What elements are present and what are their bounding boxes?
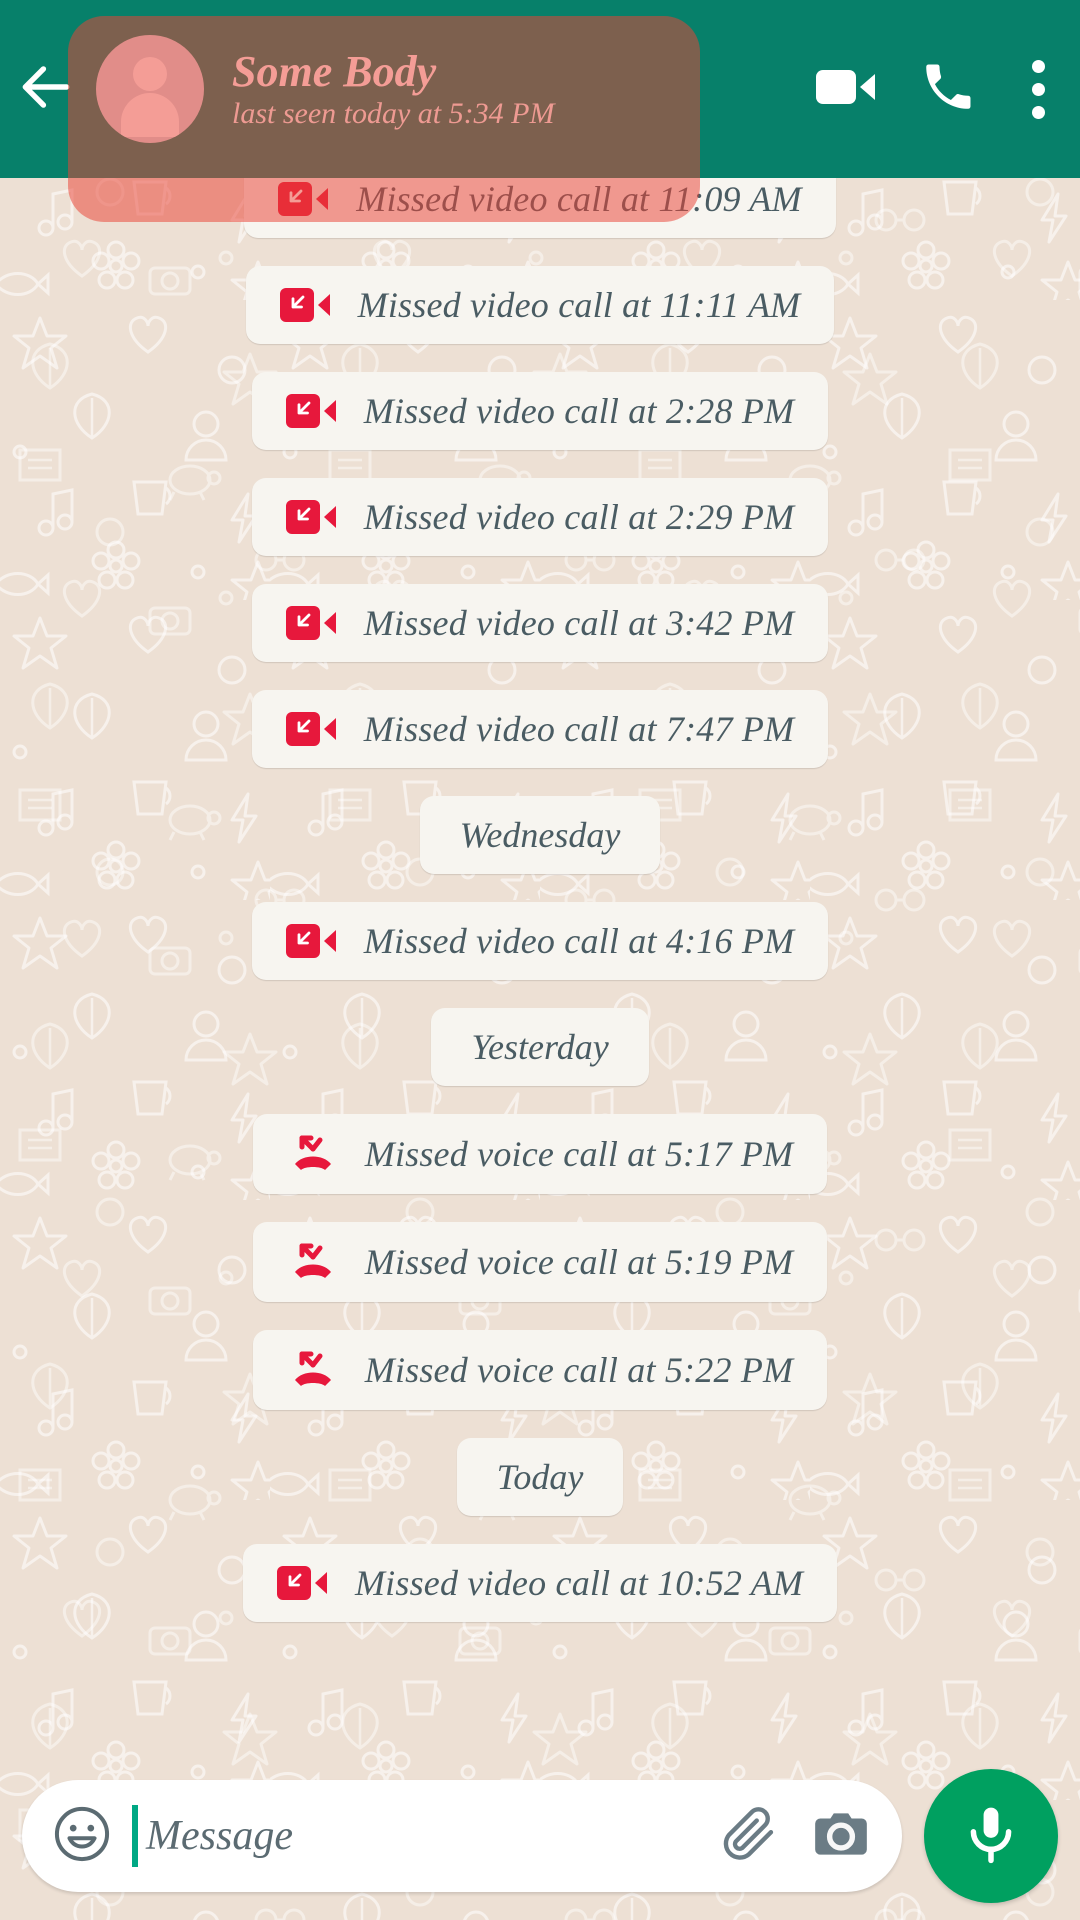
date-separator-label: Yesterday: [471, 1027, 609, 1067]
missed-video-call-icon: [285, 500, 336, 534]
message-input-field[interactable]: Message: [132, 1805, 718, 1867]
missed-video-call-icon: [285, 712, 336, 746]
message-row: Missed video call at 2:28 PM: [0, 358, 1080, 464]
avatar-head-shape: [133, 57, 167, 91]
missed-call-label: Missed video call at 10:52 AM: [354, 1563, 804, 1603]
missed-call-label: Missed video call at 11:11 AM: [357, 285, 801, 325]
date-separator: Yesterday: [431, 1008, 649, 1086]
missed-call-message-bubble[interactable]: Missed video call at 10:52 AM: [242, 1544, 838, 1622]
camera-button[interactable]: [810, 1803, 872, 1870]
avatar[interactable]: [96, 35, 204, 143]
date-separator: Today: [456, 1438, 624, 1516]
voice-call-button[interactable]: [900, 0, 996, 178]
missed-call-label: Missed voice call at 5:19 PM: [364, 1242, 794, 1282]
missed-call-message-bubble[interactable]: Missed voice call at 5:22 PM: [252, 1330, 828, 1410]
missed-video-call-icon: [285, 921, 338, 961]
more-vertical-icon: [1031, 55, 1045, 124]
missed-video-call-icon: [285, 603, 338, 643]
emoji-button[interactable]: [50, 1802, 114, 1871]
missed-call-message-bubble[interactable]: Missed video call at 11:11 AM: [245, 266, 835, 344]
avatar-body-shape: [121, 93, 179, 137]
missed-call-label: Missed video call at 2:28 PM: [363, 391, 795, 431]
missed-video-call-icon: [278, 182, 329, 216]
attach-button[interactable]: [718, 1803, 780, 1870]
message-row: Missed video call at 10:52 AM: [0, 1530, 1080, 1636]
date-separator-label: Today: [496, 1457, 584, 1497]
missed-voice-call-icon: [287, 1240, 339, 1284]
chat-message-list[interactable]: Missed video call at 11:09 AM Missed vid…: [0, 178, 1080, 1752]
missed-voice-call-icon: [287, 1132, 339, 1176]
message-placeholder: Message: [146, 1813, 293, 1859]
date-separator-row: Yesterday: [0, 994, 1080, 1100]
date-separator-row: Today: [0, 1424, 1080, 1530]
date-separator: Wednesday: [419, 796, 661, 874]
missed-video-call-icon: [285, 709, 338, 749]
text-caret: [132, 1805, 138, 1867]
voice-record-button[interactable]: [924, 1769, 1058, 1903]
missed-call-message-bubble[interactable]: Missed video call at 11:09 AM: [244, 178, 836, 238]
composer[interactable]: Message: [22, 1780, 902, 1892]
missed-call-message-bubble[interactable]: Missed video call at 3:42 PM: [251, 584, 829, 662]
missed-call-message-bubble[interactable]: Missed video call at 7:47 PM: [251, 690, 829, 768]
missed-video-call-icon: [279, 288, 330, 322]
video-call-button[interactable]: [798, 0, 894, 178]
contact-info[interactable]: Some Body last seen today at 5:34 PM: [204, 48, 798, 131]
camera-icon: [810, 1803, 872, 1870]
missed-call-label: Missed video call at 7:47 PM: [363, 709, 795, 749]
missed-call-label: Missed video call at 11:09 AM: [356, 179, 802, 219]
smiley-icon: [50, 1802, 114, 1871]
message-row: Missed voice call at 5:17 PM: [0, 1100, 1080, 1208]
message-input-bar: Message: [0, 1752, 1080, 1920]
contact-status: last seen today at 5:34 PM: [232, 97, 555, 131]
message-row: Missed video call at 2:29 PM: [0, 464, 1080, 570]
missed-voice-call-icon: [287, 1348, 339, 1392]
message-row: Missed voice call at 5:22 PM: [0, 1316, 1080, 1424]
message-row: Missed voice call at 5:19 PM: [0, 1208, 1080, 1316]
contact-name: Some Body: [232, 46, 437, 96]
missed-video-call-icon: [285, 497, 338, 537]
missed-call-label: Missed video call at 4:16 PM: [363, 921, 795, 961]
missed-call-message-bubble[interactable]: Missed video call at 2:28 PM: [251, 372, 829, 450]
video-camera-icon: [815, 65, 877, 114]
missed-call-label: Missed voice call at 5:22 PM: [364, 1350, 794, 1390]
phone-icon: [919, 58, 977, 121]
message-row: Missed video call at 7:47 PM: [0, 676, 1080, 782]
paperclip-icon: [718, 1803, 780, 1870]
missed-video-call-icon: [285, 394, 336, 428]
missed-call-label: Missed voice call at 5:17 PM: [364, 1134, 794, 1174]
missed-video-call-icon: [285, 606, 336, 640]
missed-video-call-icon: [278, 179, 330, 219]
date-separator-row: Wednesday: [0, 782, 1080, 888]
message-row: Missed video call at 3:42 PM: [0, 570, 1080, 676]
message-row: Missed video call at 11:09 AM: [0, 178, 1080, 252]
message-row: Missed video call at 11:11 AM: [0, 252, 1080, 358]
missed-call-message-bubble[interactable]: Missed video call at 4:16 PM: [251, 902, 829, 980]
chat-app-bar: Some Body last seen today at 5:34 PM: [0, 0, 1080, 178]
missed-call-label: Missed video call at 2:29 PM: [363, 497, 795, 537]
microphone-icon: [958, 1801, 1024, 1872]
missed-call-label: Missed video call at 3:42 PM: [363, 603, 795, 643]
missed-video-call-icon: [285, 391, 338, 431]
date-separator-label: Wednesday: [459, 815, 621, 855]
missed-call-message-bubble[interactable]: Missed voice call at 5:17 PM: [252, 1114, 828, 1194]
arrow-left-icon: [15, 56, 77, 123]
missed-video-call-icon: [279, 285, 332, 325]
missed-voice-call-icon: [294, 1243, 331, 1278]
missed-video-call-icon: [276, 1566, 327, 1600]
message-row: Missed video call at 4:16 PM: [0, 888, 1080, 994]
missed-call-message-bubble[interactable]: Missed voice call at 5:19 PM: [252, 1222, 828, 1302]
missed-video-call-icon: [276, 1563, 329, 1603]
back-button[interactable]: [0, 0, 92, 178]
missed-voice-call-icon: [294, 1135, 331, 1170]
missed-video-call-icon: [285, 924, 336, 958]
missed-call-message-bubble[interactable]: Missed video call at 2:29 PM: [251, 478, 829, 556]
missed-voice-call-icon: [294, 1351, 331, 1386]
overflow-menu-button[interactable]: [996, 0, 1080, 178]
